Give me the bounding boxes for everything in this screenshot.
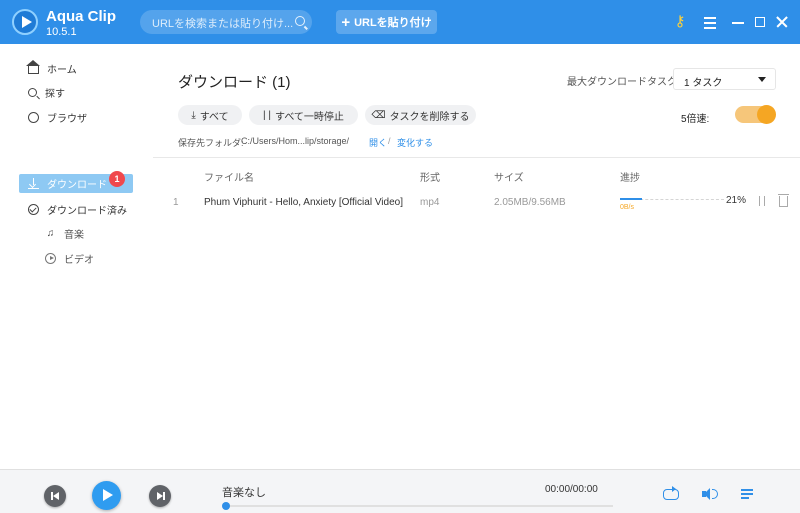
folder-path: C:/Users/Hom...lip/storage/ bbox=[241, 136, 350, 146]
open-folder-link[interactable]: 開く bbox=[369, 136, 387, 149]
speed-label: 5倍速: bbox=[681, 114, 710, 125]
row-size: 2.05MB/9.56MB bbox=[494, 197, 566, 208]
paste-url-label: URLを貼り付け bbox=[354, 17, 432, 29]
previous-track-button[interactable] bbox=[44, 485, 66, 507]
close-icon[interactable] bbox=[772, 12, 792, 32]
row-file-name: Phum Viphurit - Hello, Anxiety [Official… bbox=[204, 197, 403, 208]
paste-url-button[interactable]: + URLを貼り付け bbox=[336, 10, 437, 34]
sidebar-item-video[interactable]: ビデオ bbox=[45, 249, 94, 267]
max-tasks-label: 最大ダウンロードタスク: bbox=[567, 77, 680, 88]
sidebar-item-music[interactable]: ♫ 音楽 bbox=[45, 224, 84, 242]
plus-icon: + bbox=[341, 13, 351, 31]
sidebar-item-explore[interactable]: 探す bbox=[28, 83, 65, 101]
download-count-badge: 1 bbox=[109, 171, 125, 187]
change-folder-link[interactable]: 変化する bbox=[397, 136, 433, 149]
pause-all-button[interactable]: | | すべて一時停止 bbox=[249, 105, 358, 125]
folder-label: 保存先フォルダ: bbox=[178, 138, 244, 148]
app-logo-icon bbox=[12, 9, 38, 35]
sidebar-item-browser[interactable]: ブラウザ bbox=[28, 108, 87, 126]
delete-tasks-button[interactable]: ⌫ タスクを削除する bbox=[365, 105, 476, 125]
key-icon[interactable]: ⚷ bbox=[670, 12, 690, 32]
globe-icon bbox=[28, 111, 39, 123]
speed-toggle[interactable] bbox=[735, 105, 776, 124]
repeat-icon[interactable] bbox=[663, 486, 679, 500]
row-format: mp4 bbox=[420, 197, 440, 208]
title-bar: Aqua Clip 10.5.1 URLを検索または貼り付け... + URLを… bbox=[0, 0, 800, 44]
track-time: 00:00/00:00 bbox=[545, 484, 598, 495]
row-progress-percent: 21% bbox=[726, 195, 747, 206]
link-separator: / bbox=[388, 136, 391, 146]
toggle-knob bbox=[757, 105, 776, 124]
play-button[interactable] bbox=[92, 481, 121, 510]
minimize-icon[interactable] bbox=[728, 12, 748, 32]
pause-icon[interactable] bbox=[758, 196, 767, 207]
column-header-size: サイズ bbox=[494, 173, 524, 184]
sidebar-item-label: ホーム bbox=[47, 64, 77, 76]
seek-bar[interactable] bbox=[222, 502, 613, 510]
music-note-icon: ♫ bbox=[46, 227, 55, 239]
chevron-down-icon bbox=[758, 77, 766, 82]
trash-icon[interactable] bbox=[778, 194, 789, 207]
sidebar-item-home[interactable]: ホーム bbox=[26, 59, 77, 77]
page-title: ダウンロード (1) bbox=[178, 74, 291, 91]
check-circle-icon bbox=[28, 203, 39, 215]
download-icon bbox=[28, 178, 39, 189]
app-name: Aqua Clip bbox=[46, 8, 116, 25]
sidebar-item-label: 探す bbox=[45, 88, 65, 100]
column-header-progress: 進捗 bbox=[620, 173, 640, 184]
video-icon bbox=[45, 252, 56, 264]
next-track-button[interactable] bbox=[149, 485, 171, 507]
player-bar: 音楽なし 00:00/00:00 bbox=[0, 469, 800, 513]
sidebar-item-label: ブラウザ bbox=[47, 113, 87, 125]
home-icon bbox=[26, 59, 40, 74]
start-all-button[interactable]: ⤓ すべて bbox=[178, 105, 242, 125]
column-header-name: ファイル名 bbox=[204, 173, 254, 184]
max-tasks-value: 1 タスク bbox=[684, 78, 723, 89]
pause-icon: | | bbox=[263, 109, 272, 121]
seek-handle[interactable] bbox=[222, 502, 230, 510]
max-tasks-select[interactable]: 1 タスク bbox=[673, 68, 776, 90]
download-icon: ⤓ bbox=[191, 109, 196, 121]
divider bbox=[153, 157, 800, 158]
sidebar-item-label: 音楽 bbox=[64, 229, 84, 241]
pause-all-label: すべて一時停止 bbox=[275, 111, 344, 123]
sidebar: ホーム 探す ブラウザ ダウンロード 1 ダウンロード済み ♫ 音楽 ビデオ bbox=[0, 44, 153, 469]
row-rate: 0B/s bbox=[620, 204, 635, 211]
sidebar-item-label: ダウンロード bbox=[47, 180, 107, 191]
sidebar-item-label: ビデオ bbox=[64, 254, 94, 266]
maximize-icon[interactable] bbox=[750, 12, 770, 32]
sidebar-item-label: ダウンロード済み bbox=[47, 205, 127, 217]
volume-icon[interactable] bbox=[702, 487, 718, 501]
delete-tasks-label: タスクを削除する bbox=[389, 111, 470, 123]
main-panel: ダウンロード (1) 最大ダウンロードタスク: 1 タスク ⤓ すべて | | … bbox=[153, 44, 800, 469]
playlist-icon[interactable] bbox=[741, 487, 757, 501]
column-header-format: 形式 bbox=[420, 173, 440, 184]
progress-bar bbox=[620, 198, 642, 200]
search-input[interactable]: URLを検索または貼り付け... bbox=[140, 10, 312, 34]
search-icon bbox=[28, 87, 37, 97]
row-index: 1 bbox=[173, 197, 179, 208]
app-version: 10.5.1 bbox=[46, 26, 77, 38]
eraser-icon: ⌫ bbox=[371, 109, 386, 121]
menu-icon[interactable] bbox=[700, 12, 720, 32]
sidebar-item-downloaded[interactable]: ダウンロード済み bbox=[28, 200, 127, 218]
search-placeholder: URLを検索または貼り付け... bbox=[152, 18, 294, 30]
track-name: 音楽なし bbox=[222, 487, 266, 499]
search-icon[interactable] bbox=[295, 16, 305, 26]
start-all-label: すべて bbox=[199, 111, 229, 123]
